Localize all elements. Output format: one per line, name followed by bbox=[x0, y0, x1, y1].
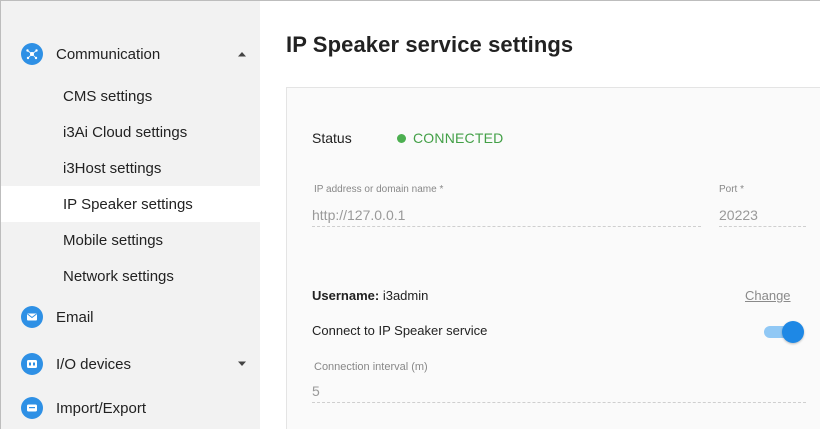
sidebar: Communication CMS settings i3Ai Cloud se… bbox=[1, 1, 260, 429]
connection-interval-label: Connection interval (m) bbox=[314, 361, 428, 373]
username-row: Username: i3admin bbox=[312, 288, 428, 303]
sidebar-item-label: i3Ai Cloud settings bbox=[63, 123, 188, 141]
port-input[interactable] bbox=[719, 203, 806, 227]
toggle-knob bbox=[782, 321, 804, 343]
chevron-down-icon[interactable] bbox=[237, 359, 247, 369]
connect-service-toggle[interactable] bbox=[764, 321, 804, 343]
ip-address-input[interactable] bbox=[312, 203, 701, 227]
sidebar-item-label: Network settings bbox=[63, 267, 174, 285]
port-label: Port * bbox=[719, 184, 745, 195]
email-icon bbox=[21, 306, 43, 328]
sidebar-item-i3ai-cloud-settings[interactable]: i3Ai Cloud settings bbox=[1, 114, 260, 150]
sidebar-item-i3host-settings[interactable]: i3Host settings bbox=[1, 150, 260, 186]
sidebar-group-label: Email bbox=[56, 308, 94, 326]
sidebar-item-network-settings[interactable]: Network settings bbox=[1, 258, 260, 294]
sidebar-group-communication[interactable]: Communication bbox=[1, 32, 260, 76]
import-export-icon bbox=[21, 397, 43, 419]
change-username-link[interactable]: Change bbox=[745, 288, 791, 303]
sidebar-item-label: IP Speaker settings bbox=[63, 195, 193, 213]
connection-interval-input[interactable] bbox=[312, 379, 806, 403]
ip-address-label: IP address or domain name * bbox=[314, 184, 444, 195]
sidebar-group-email[interactable]: Email bbox=[1, 295, 260, 339]
sidebar-group-import-export[interactable]: Import/Export bbox=[1, 386, 260, 429]
settings-card bbox=[286, 87, 820, 429]
app-window: Communication CMS settings i3Ai Cloud se… bbox=[0, 0, 820, 429]
sidebar-item-mobile-settings[interactable]: Mobile settings bbox=[1, 222, 260, 258]
username-value: i3admin bbox=[382, 288, 429, 303]
username-label: Username: bbox=[312, 288, 380, 303]
status-label: Status bbox=[312, 130, 352, 146]
sidebar-group-io-devices[interactable]: I/O devices bbox=[1, 342, 260, 386]
sidebar-group-label: I/O devices bbox=[56, 355, 132, 373]
connect-service-label: Connect to IP Speaker service bbox=[312, 323, 488, 338]
sidebar-item-label: i3Host settings bbox=[63, 159, 162, 177]
sidebar-group-label: Communication bbox=[56, 45, 161, 63]
communication-icon bbox=[21, 43, 43, 65]
sidebar-item-cms-settings[interactable]: CMS settings bbox=[1, 78, 260, 114]
chevron-up-icon[interactable] bbox=[237, 49, 247, 59]
sidebar-item-label: CMS settings bbox=[63, 87, 153, 105]
page-title: IP Speaker service settings bbox=[286, 32, 574, 57]
status-badge: CONNECTED bbox=[413, 130, 504, 146]
io-devices-icon bbox=[21, 353, 43, 375]
status-dot-icon bbox=[397, 134, 406, 143]
sidebar-item-label: Mobile settings bbox=[63, 231, 164, 249]
sidebar-item-ip-speaker-settings[interactable]: IP Speaker settings bbox=[1, 186, 260, 222]
sidebar-group-label: Import/Export bbox=[56, 399, 147, 417]
